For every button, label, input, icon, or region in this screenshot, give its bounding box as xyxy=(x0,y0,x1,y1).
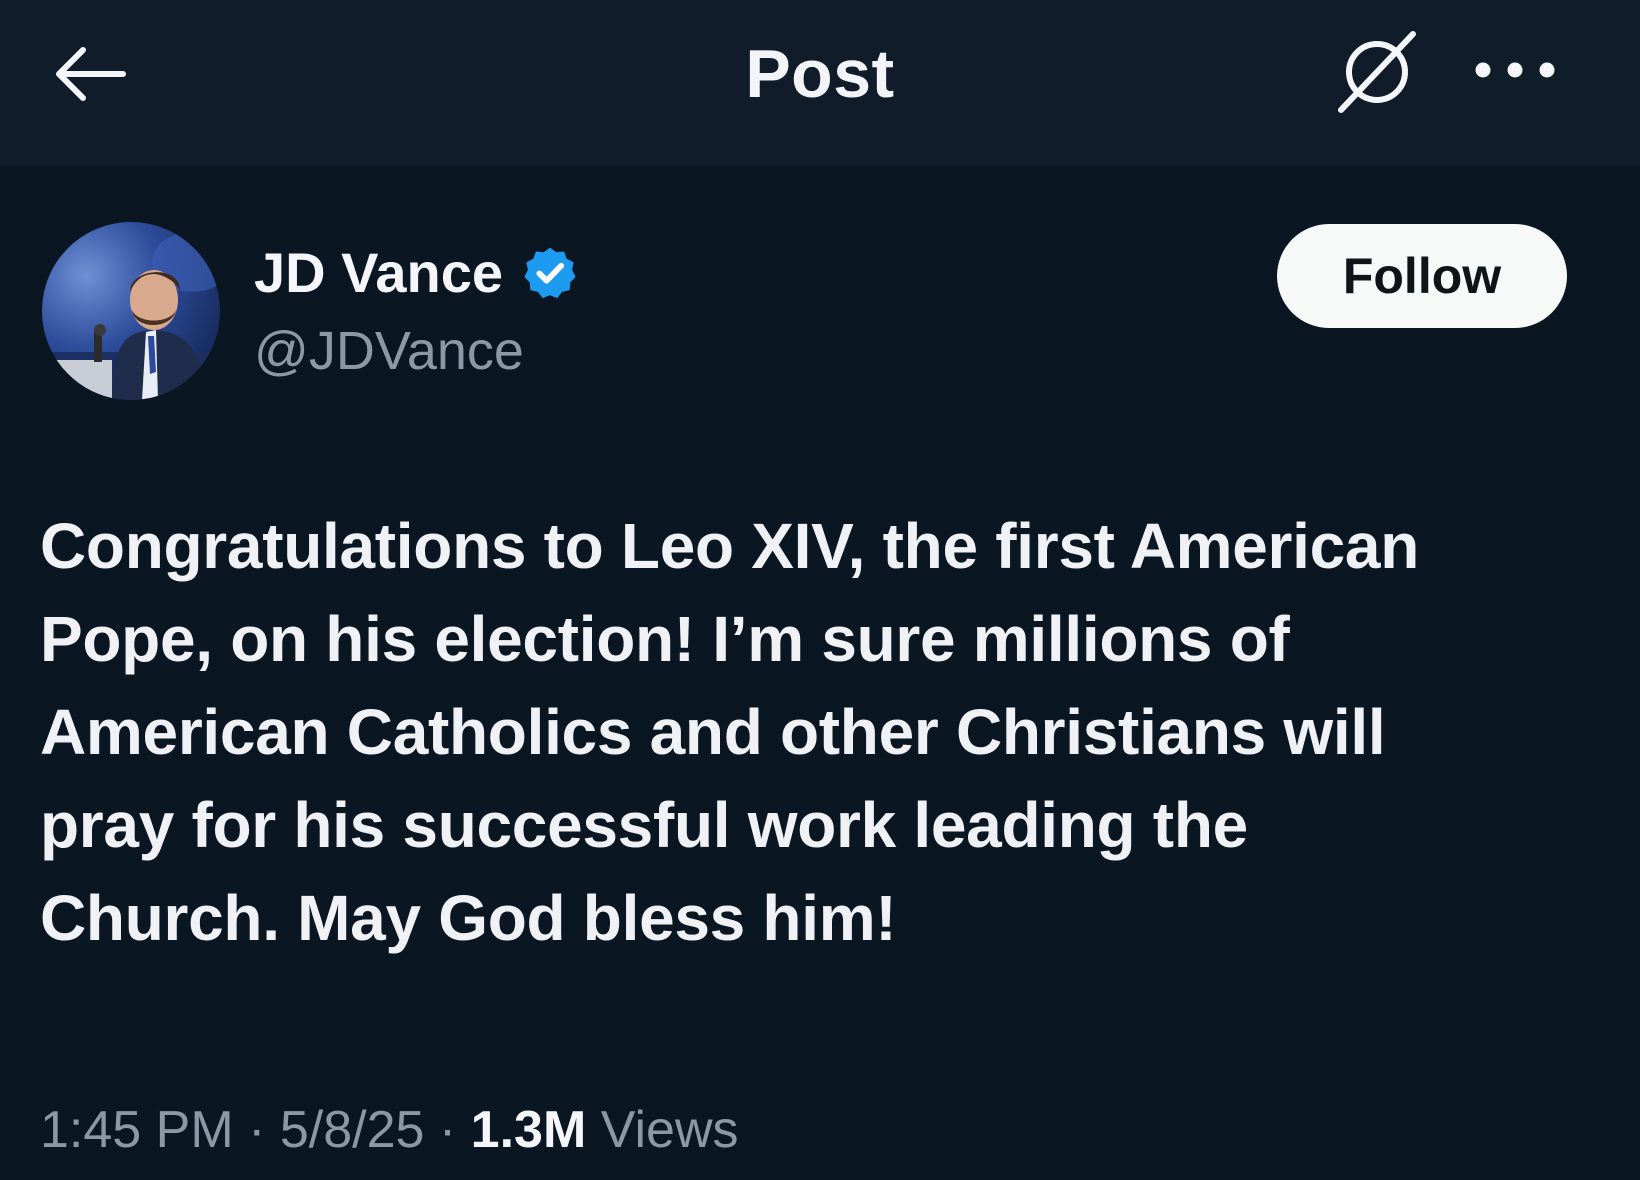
meta-separator: · xyxy=(233,1101,280,1159)
post-meta: 1:45 PM · 5/8/25 · 1.3M Views xyxy=(40,1098,739,1162)
verified-badge-icon xyxy=(521,244,579,302)
avatar-photo xyxy=(42,222,220,400)
more-options-button[interactable] xyxy=(1460,40,1570,100)
views-count: 1.3M xyxy=(470,1101,587,1159)
grok-icon xyxy=(1338,31,1416,113)
author-name-row: JD Vance xyxy=(254,238,579,308)
post-text-line: pray for his successful work leading the xyxy=(40,789,1248,861)
follow-button[interactable]: Follow xyxy=(1277,224,1567,328)
post-text-line: Church. May God bless him! xyxy=(40,882,897,954)
avatar[interactable] xyxy=(42,222,220,400)
post-time[interactable]: 1:45 PM xyxy=(40,1101,234,1159)
post-text-line: American Catholics and other Christians … xyxy=(40,696,1386,768)
post-text-line: Congratulations to Leo XIV, the first Am… xyxy=(40,510,1420,582)
meta-separator: · xyxy=(424,1101,471,1159)
author-handle[interactable]: @JDVance xyxy=(254,318,524,384)
grok-button[interactable] xyxy=(1322,22,1432,122)
back-button[interactable] xyxy=(44,34,134,114)
post-screen: Post JD Vance @JDVance Follow Congratula… xyxy=(0,0,1640,1180)
more-horizontal-icon xyxy=(1475,62,1555,78)
arrow-left-icon xyxy=(56,47,126,101)
views-label: Views xyxy=(586,1101,739,1159)
post-text: Congratulations to Leo XIV, the first Am… xyxy=(40,500,1620,965)
top-bar: Post xyxy=(0,0,1640,166)
author-name[interactable]: JD Vance xyxy=(254,238,503,308)
post-text-line: Pope, on his election! I’m sure millions… xyxy=(40,603,1290,675)
post-date[interactable]: 5/8/25 xyxy=(280,1101,425,1159)
